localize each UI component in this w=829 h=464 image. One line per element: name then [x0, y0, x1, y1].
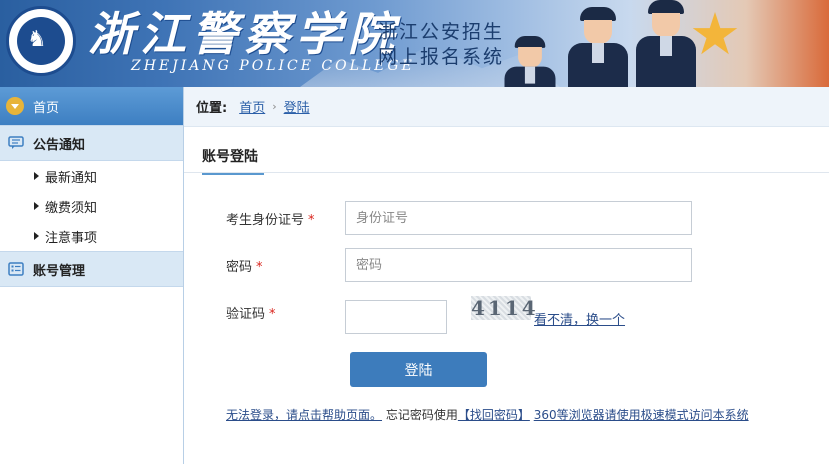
sidebar-item-precautions[interactable]: 注意事项 — [0, 221, 183, 251]
sidebar-item-payment-notice[interactable]: 缴费须知 — [0, 191, 183, 221]
captcha-label: 验证码 * — [226, 303, 276, 322]
sidebar-group-notices[interactable]: 公告通知 — [0, 125, 183, 161]
sidebar-item-home[interactable]: 首页 — [0, 87, 183, 125]
login-button[interactable]: 登陆 — [350, 352, 487, 387]
college-emblem: ♞ — [6, 6, 76, 76]
system-subtitle-line2: 网上报名系统 — [378, 46, 505, 68]
message-icon — [8, 136, 24, 149]
required-mark: * — [256, 260, 263, 275]
officer-image — [636, 0, 696, 87]
captcha-image[interactable]: 4114 — [471, 296, 536, 320]
sidebar: 首页 公告通知 最新通知 缴费须知 注意事项 账号管理 — [0, 87, 184, 464]
captcha-label-text: 验证码 — [226, 307, 266, 322]
required-mark: * — [269, 307, 276, 322]
officer-image — [568, 7, 628, 87]
college-title-en: ZHEJIANG POLICE COLLEGE — [131, 58, 415, 74]
breadcrumb-separator: › — [272, 100, 277, 113]
header-banner: ♞ 浙江警察学院 ZHEJIANG POLICE COLLEGE 浙江公安招生 … — [0, 0, 829, 87]
id-number-input[interactable] — [345, 201, 692, 235]
chevron-down-icon — [6, 97, 24, 115]
system-subtitle-line1: 浙江公安招生 — [378, 21, 505, 43]
triangle-right-icon — [34, 232, 39, 240]
triangle-right-icon — [34, 172, 39, 180]
captcha-refresh-link[interactable]: 看不清，换一个 — [534, 309, 625, 328]
id-number-label: 考生身份证号 * — [226, 209, 315, 228]
tab-divider — [184, 172, 829, 173]
required-mark: * — [308, 213, 315, 228]
breadcrumb: 位置: 首页 › 登陆 — [184, 87, 829, 127]
browser-mode-link[interactable]: 360等浏览器请使用极速模式访问本系统 — [534, 408, 749, 422]
officer-image — [504, 36, 556, 87]
sidebar-item-label: 注意事项 — [45, 230, 98, 246]
sidebar-group-label: 账号管理 — [33, 263, 86, 279]
breadcrumb-label: 位置: — [196, 101, 228, 116]
sidebar-group-account[interactable]: 账号管理 — [0, 251, 183, 287]
triangle-right-icon — [34, 202, 39, 210]
recover-password-link[interactable]: 【找回密码】 — [458, 408, 530, 422]
captcha-input[interactable] — [345, 300, 447, 334]
password-label: 密码 * — [226, 256, 263, 275]
sidebar-item-label: 最新通知 — [45, 170, 98, 186]
sidebar-item-latest-notice[interactable]: 最新通知 — [0, 161, 183, 191]
star-icon: ★ — [689, 0, 741, 68]
sidebar-item-label: 缴费须知 — [45, 200, 98, 216]
college-title-cn: 浙江警察学院 — [88, 7, 400, 61]
forgot-password-text: 忘记密码使用 — [385, 408, 458, 422]
password-label-text: 密码 — [226, 260, 253, 275]
sidebar-item-label: 首页 — [33, 100, 60, 116]
horse-icon: ♞ — [27, 27, 47, 52]
breadcrumb-home-link[interactable]: 首页 — [239, 97, 265, 116]
sidebar-group-label: 公告通知 — [33, 137, 86, 153]
tab-account-login[interactable]: 账号登陆 — [202, 146, 264, 175]
help-text: 无法登录，请点击帮助页面。 忘记密码使用【找回密码】 360等浏览器请使用极速模… — [226, 406, 749, 423]
list-icon — [8, 262, 24, 276]
id-number-label-text: 考生身份证号 — [226, 213, 305, 228]
help-page-link[interactable]: 无法登录，请点击帮助页面。 — [226, 408, 382, 422]
password-input[interactable] — [345, 248, 692, 282]
breadcrumb-current-link[interactable]: 登陆 — [284, 97, 310, 116]
